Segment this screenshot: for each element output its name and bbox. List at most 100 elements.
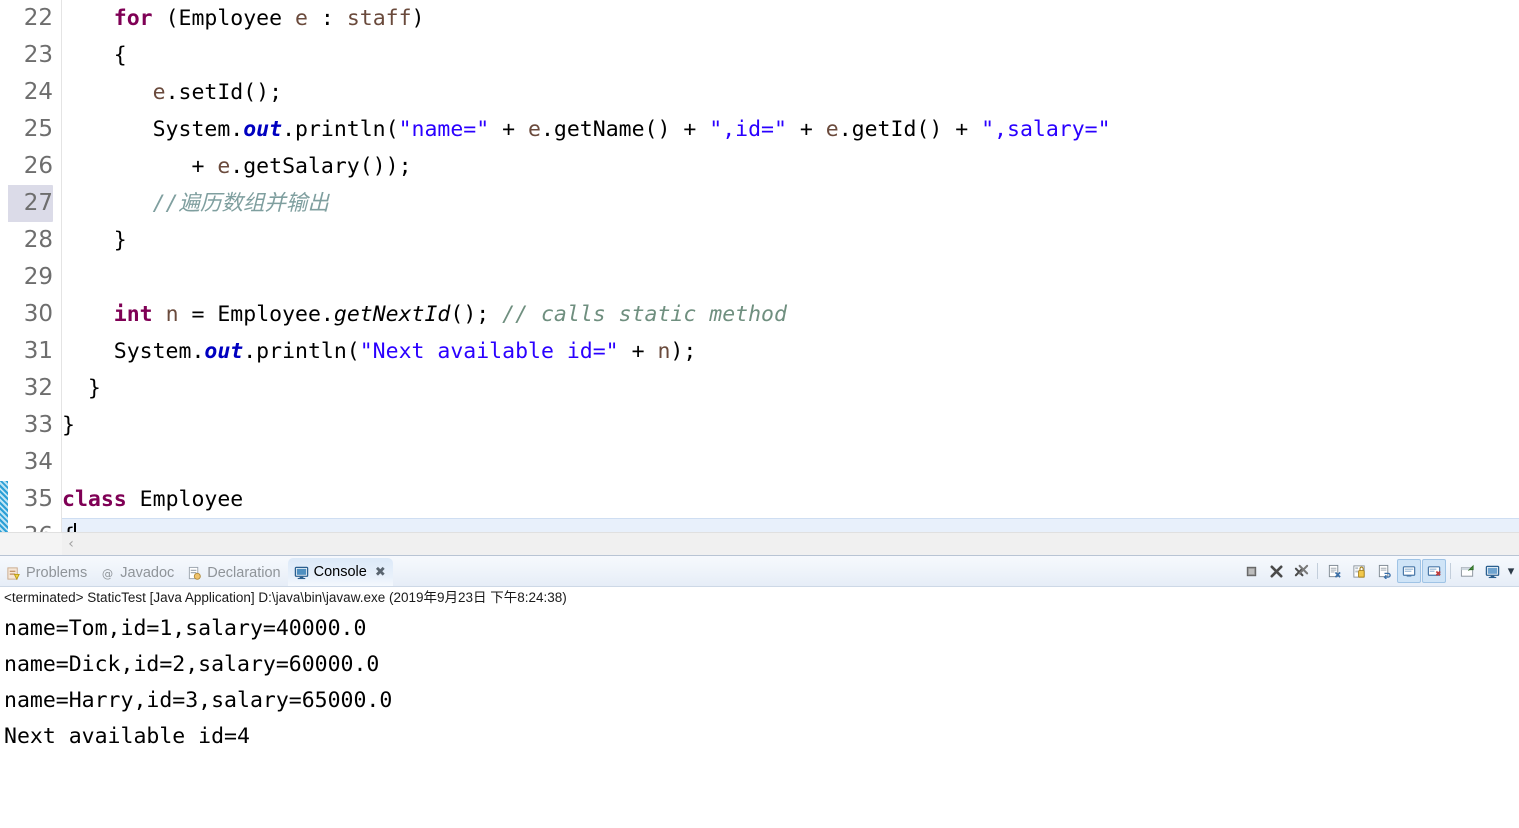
line-number-25[interactable]: 25	[7, 111, 53, 148]
token-lvar: e	[217, 154, 231, 179]
console-output-line: Next available id=4	[4, 724, 250, 749]
tab-console[interactable]: Console ✖	[287, 558, 393, 586]
code-line-30[interactable]: int n = Employee.getNextId(); // calls s…	[62, 296, 1519, 333]
remove-all-terminated-icon[interactable]	[1289, 559, 1313, 583]
show-console-stderr-icon[interactable]	[1422, 559, 1446, 583]
code-line-34[interactable]	[62, 444, 1519, 481]
token-lvar: e	[295, 6, 308, 31]
console-output-line: name=Harry,id=3,salary=65000.0	[4, 688, 393, 713]
token-lvar: e	[152, 80, 166, 105]
show-console-stdout-icon[interactable]	[1397, 559, 1421, 583]
line-number-33[interactable]: 33	[7, 407, 53, 444]
token-pln: = Employee.	[178, 302, 334, 327]
line-number-28[interactable]: 28	[7, 222, 53, 259]
terminate-icon[interactable]	[1239, 559, 1263, 583]
token-kw: int	[113, 302, 153, 327]
declaration-icon	[187, 566, 202, 581]
tab-javadoc[interactable]: @ Javadoc	[94, 560, 181, 586]
token-str: "Next available id="	[359, 339, 619, 364]
token-pln: +	[62, 154, 218, 179]
token-pln: {	[62, 43, 127, 68]
token-lvar: n	[657, 339, 671, 364]
scroll-left-arrow-icon[interactable]: ‹	[62, 533, 80, 555]
code-line-26[interactable]: + e.getSalary());	[62, 148, 1519, 185]
token-pln	[153, 302, 166, 327]
console-output-line: name=Tom,id=1,salary=40000.0	[4, 616, 367, 641]
line-number-31[interactable]: 31	[7, 333, 53, 370]
token-str: ",salary="	[981, 117, 1111, 142]
token-kw: for	[113, 6, 153, 31]
console-icon	[294, 565, 309, 580]
token-lvar: n	[165, 302, 179, 327]
line-number-32[interactable]: 32	[7, 370, 53, 407]
tab-declaration[interactable]: Declaration	[181, 560, 287, 586]
code-line-27[interactable]: //遍历数组并输出	[62, 185, 1519, 222]
token-pln: }	[62, 376, 101, 401]
line-number-26[interactable]: 26	[7, 148, 53, 185]
line-number-23[interactable]: 23	[7, 37, 53, 74]
line-number-29[interactable]: 29	[7, 259, 53, 296]
code-line-33[interactable]: }	[62, 407, 1519, 444]
eclipse-ide-window: 222324252627282930313233343536 for (Empl…	[0, 0, 1519, 828]
tab-label: Declaration	[207, 565, 281, 581]
code-line-22[interactable]: for (Employee e : staff)	[62, 0, 1519, 37]
tab-problems[interactable]: Problems	[0, 560, 94, 586]
pin-console-icon[interactable]	[1455, 559, 1479, 583]
code-line-24[interactable]: e.setId();	[62, 74, 1519, 111]
view-tabs: Problems @ Javadoc Declaration Console ✖	[0, 556, 393, 586]
token-pln: .println(	[243, 339, 360, 364]
token-str: "name="	[398, 117, 490, 142]
chevron-down-icon[interactable]: ▾	[1505, 560, 1517, 582]
java-source-editor[interactable]: 222324252627282930313233343536 for (Empl…	[0, 0, 1519, 555]
tab-label: Console	[313, 564, 367, 580]
editor-viewport[interactable]: 222324252627282930313233343536 for (Empl…	[0, 0, 1519, 555]
line-number-22[interactable]: 22	[7, 0, 53, 37]
token-lvar: e	[825, 117, 839, 142]
tab-close-icon[interactable]: ✖	[375, 565, 386, 580]
code-text-area[interactable]: for (Employee e : staff) { e.setId(); Sy…	[62, 0, 1519, 555]
line-number-27[interactable]: 27	[7, 185, 53, 222]
scrollbar-gutter-pad	[0, 533, 62, 555]
line-number-30[interactable]: 30	[7, 296, 53, 333]
token-pln: (Employee	[152, 6, 296, 31]
code-line-29[interactable]	[62, 259, 1519, 296]
token-pln	[62, 302, 114, 327]
token-pln: }	[62, 228, 127, 253]
line-number-gutter[interactable]: 222324252627282930313233343536	[7, 0, 62, 555]
code-line-28[interactable]: }	[62, 222, 1519, 259]
code-line-25[interactable]: System.out.println("name=" + e.getName()…	[62, 111, 1519, 148]
word-wrap-icon[interactable]	[1372, 559, 1396, 583]
svg-text:@: @	[102, 567, 113, 580]
token-mth: getNextId	[333, 302, 451, 327]
code-line-35[interactable]: class Employee	[62, 481, 1519, 518]
line-number-35[interactable]: 35	[7, 481, 53, 518]
token-pln	[62, 6, 114, 31]
token-fld: out	[243, 117, 283, 142]
change-marker-strip	[0, 0, 8, 555]
scroll-lock-icon[interactable]	[1347, 559, 1371, 583]
token-pln: }	[62, 413, 75, 438]
console-view-toolbar: ▾	[1239, 559, 1517, 583]
token-cmt: //遍历数组并输出	[152, 191, 329, 216]
code-line-32[interactable]: }	[62, 370, 1519, 407]
view-tab-bar: Problems @ Javadoc Declaration Console ✖ ▾	[0, 556, 1519, 587]
token-pln: .println(	[282, 117, 399, 142]
editor-horizontal-scrollbar[interactable]: ‹	[0, 532, 1519, 555]
token-lvar: e	[528, 117, 541, 142]
line-number-34[interactable]: 34	[7, 444, 53, 481]
clear-console-icon[interactable]	[1322, 559, 1346, 583]
bottom-view-panel: Problems @ Javadoc Declaration Console ✖ ▾ <t…	[0, 555, 1519, 828]
toolbar-separator	[1317, 563, 1318, 579]
code-line-23[interactable]: {	[62, 37, 1519, 74]
remove-launch-icon[interactable]	[1264, 559, 1288, 583]
token-pln	[62, 191, 153, 216]
token-pln	[62, 80, 153, 105]
code-line-31[interactable]: System.out.println("Next available id=" …	[62, 333, 1519, 370]
token-lvar: staff	[346, 6, 412, 31]
token-fld: out	[204, 339, 244, 364]
console-output[interactable]: name=Tom,id=1,salary=40000.0 name=Dick,id…	[0, 609, 1519, 828]
display-selected-console-icon[interactable]	[1480, 559, 1504, 583]
line-number-24[interactable]: 24	[7, 74, 53, 111]
console-output-line: name=Dick,id=2,salary=60000.0	[4, 652, 380, 677]
token-pln: System.	[62, 117, 244, 142]
